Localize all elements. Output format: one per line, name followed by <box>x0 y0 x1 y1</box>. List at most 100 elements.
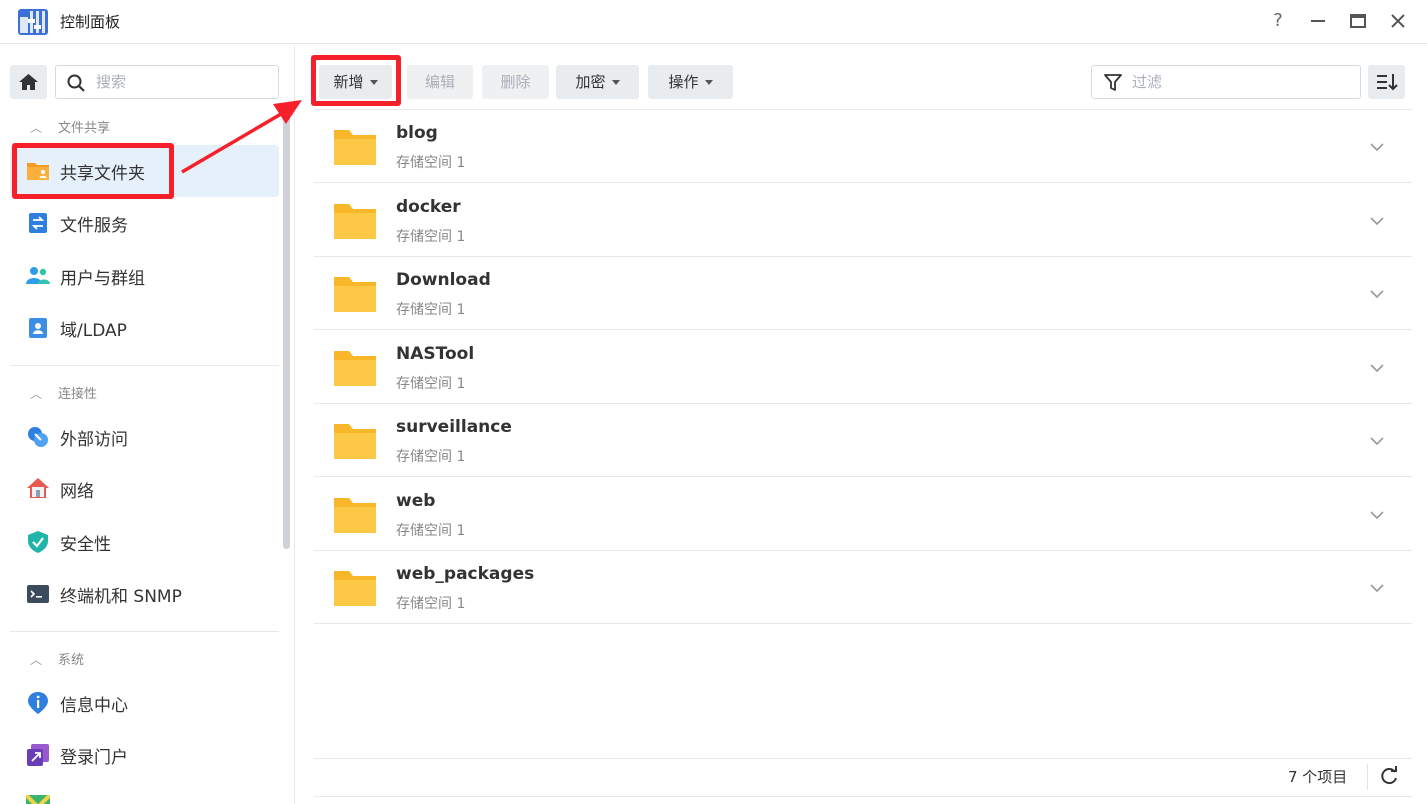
chevron-up-icon: ︿ <box>30 653 43 667</box>
refresh-icon <box>1381 766 1397 785</box>
caret-down-icon <box>611 80 620 85</box>
sidebar-item-label: 共享文件夹 <box>60 164 145 184</box>
folder-icon <box>334 204 376 239</box>
shared-folder-icon <box>27 163 49 180</box>
folder-volume: 存储空间 1 <box>396 523 466 539</box>
chevron-down-icon[interactable] <box>1368 359 1386 377</box>
folder-volume: 存储空间 1 <box>396 302 466 318</box>
caret-down-icon <box>704 80 713 85</box>
folder-row[interactable]: web 存储空间 1 <box>314 478 1412 551</box>
close-icon <box>1391 14 1405 28</box>
folder-row[interactable]: web_packages 存储空间 1 <box>314 551 1412 624</box>
status-bar-divider <box>314 758 1412 759</box>
sidebar-item-partial[interactable] <box>26 795 50 804</box>
folder-volume: 存储空间 1 <box>396 155 466 171</box>
chevron-down-icon[interactable] <box>1368 506 1386 524</box>
minimize-button[interactable] <box>1306 9 1330 33</box>
delete-button[interactable]: 删除 <box>482 65 549 99</box>
filter-icon <box>1104 74 1122 91</box>
title-bar: 控制面板 ? <box>0 0 1427 44</box>
folder-icon <box>334 351 376 386</box>
chevron-down-icon[interactable] <box>1368 579 1386 597</box>
status-separator <box>1367 764 1368 790</box>
chevron-down-icon[interactable] <box>1368 138 1386 156</box>
maximize-button[interactable] <box>1346 9 1370 33</box>
maximize-icon <box>1350 14 1366 28</box>
sidebar-item-external-access[interactable]: 外部访问 <box>10 411 279 463</box>
control-panel-app-icon <box>18 9 48 35</box>
sidebar-item-label: 信息中心 <box>60 696 128 716</box>
info-center-icon <box>28 692 48 714</box>
folder-volume: 存储空间 1 <box>396 376 466 392</box>
external-access-icon <box>28 427 48 447</box>
filter-input[interactable] <box>1132 71 1347 93</box>
folder-name: blog <box>396 123 438 143</box>
security-shield-icon <box>28 531 48 553</box>
network-icon <box>27 478 49 498</box>
section-header-file-sharing[interactable]: ︿ 文件共享 <box>30 117 110 137</box>
sidebar-item-label: 用户与群组 <box>60 269 145 289</box>
sort-icon <box>1377 74 1398 91</box>
folder-volume: 存储空间 1 <box>396 449 466 465</box>
sidebar-item-terminal-snmp[interactable]: 终端机和 SNMP <box>10 568 279 620</box>
folder-row[interactable]: NASTool 存储空间 1 <box>314 331 1412 404</box>
folder-icon <box>334 277 376 312</box>
chevron-up-icon: ︿ <box>30 121 43 135</box>
folder-name: web_packages <box>396 564 535 584</box>
bottom-divider <box>314 796 1412 797</box>
encrypt-button[interactable]: 加密 <box>556 65 639 99</box>
domain-ldap-icon <box>29 318 47 338</box>
help-button[interactable]: ? <box>1266 9 1290 33</box>
sidebar-item-info-center[interactable]: 信息中心 <box>10 677 279 729</box>
folder-name: web <box>396 491 436 511</box>
annotation-arrow <box>181 100 302 174</box>
sidebar-item-security[interactable]: 安全性 <box>10 516 279 568</box>
folder-row[interactable]: blog 存储空间 1 <box>314 110 1412 183</box>
close-button[interactable] <box>1386 9 1410 33</box>
minimize-icon <box>1311 20 1325 22</box>
sidebar-item-domain-ldap[interactable]: 域/LDAP <box>10 302 279 354</box>
chevron-down-icon[interactable] <box>1368 432 1386 450</box>
section-header-connectivity[interactable]: ︿ 连接性 <box>30 383 97 403</box>
create-button[interactable]: 新增 <box>319 65 392 99</box>
folder-row[interactable]: Download 存储空间 1 <box>314 257 1412 330</box>
folder-icon <box>334 571 376 606</box>
action-button[interactable]: 操作 <box>648 65 733 99</box>
sidebar-item-network[interactable]: 网络 <box>10 463 279 515</box>
theme-icon <box>26 795 50 804</box>
sidebar-item-label: 文件服务 <box>60 216 128 236</box>
chevron-down-icon[interactable] <box>1368 285 1386 303</box>
refresh-button[interactable] <box>1378 765 1400 787</box>
folder-name: docker <box>396 197 461 217</box>
section-header-system[interactable]: ︿ 系统 <box>30 649 84 669</box>
folder-name: NASTool <box>396 344 475 364</box>
folder-volume: 存储空间 1 <box>396 596 466 612</box>
folder-row[interactable]: surveillance 存储空间 1 <box>314 404 1412 477</box>
search-icon <box>67 74 85 92</box>
folder-row[interactable]: docker 存储空间 1 <box>314 184 1412 257</box>
sort-button[interactable] <box>1368 65 1405 99</box>
folder-name: surveillance <box>396 417 512 437</box>
sidebar-divider <box>10 631 279 632</box>
folder-icon <box>334 498 376 533</box>
edit-button[interactable]: 编辑 <box>407 65 473 99</box>
sidebar-item-users-groups[interactable]: 用户与群组 <box>10 250 279 302</box>
login-portal-icon <box>27 744 49 766</box>
folder-icon <box>334 130 376 165</box>
file-services-icon <box>29 213 47 233</box>
folder-icon <box>334 424 376 459</box>
chevron-down-icon[interactable] <box>1368 212 1386 230</box>
terminal-icon <box>27 585 49 603</box>
home-icon <box>19 74 38 90</box>
sidebar-item-login-portal[interactable]: 登录门户 <box>10 729 279 781</box>
sidebar-item-label: 外部访问 <box>60 430 128 450</box>
home-button[interactable] <box>10 65 47 99</box>
sidebar-item-file-services[interactable]: 文件服务 <box>10 197 279 249</box>
sidebar-divider <box>10 365 279 366</box>
folder-name: Download <box>396 270 491 290</box>
sidebar-item-label: 域/LDAP <box>60 321 127 341</box>
sidebar-item-label: 登录门户 <box>60 748 128 768</box>
filter-box[interactable] <box>1091 65 1361 99</box>
caret-down-icon <box>369 80 378 85</box>
search-input[interactable] <box>96 71 271 93</box>
